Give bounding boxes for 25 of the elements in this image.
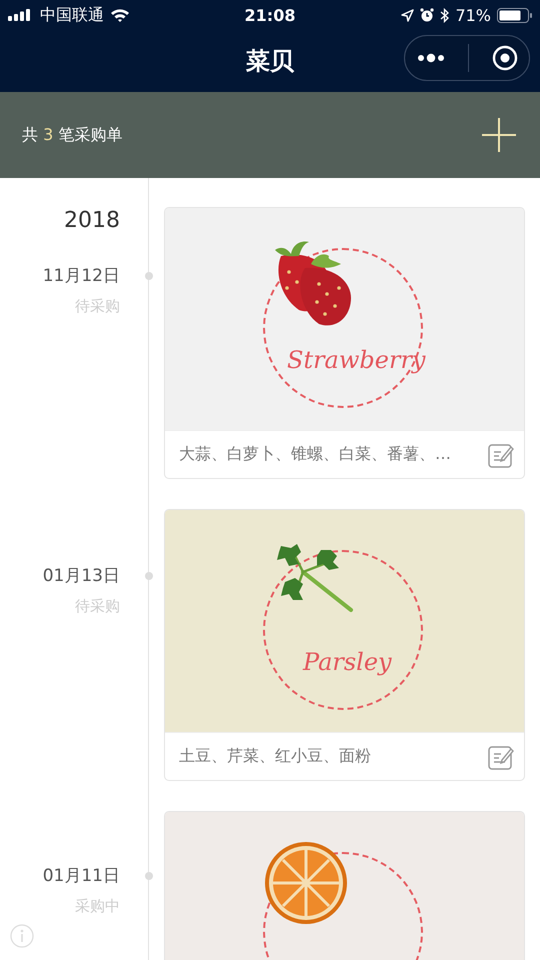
- fruit-name: Strawberry: [287, 346, 426, 374]
- battery-percent: 71%: [455, 6, 491, 24]
- fruit-name: Parsley: [303, 648, 392, 676]
- add-icon[interactable]: [482, 118, 516, 152]
- item-list: 大蒜、白萝卜、锥螺、白菜、番薯、…: [179, 444, 451, 465]
- order-count-text: 共 3 笔采购单: [22, 124, 122, 146]
- status-time: 21:08: [244, 6, 296, 24]
- item-list: 土豆、芹菜、红小豆、面粉: [179, 746, 371, 767]
- location-arrow-icon: [401, 8, 414, 22]
- more-icon[interactable]: [416, 53, 444, 63]
- bluetooth-icon: [440, 8, 450, 22]
- order-date: 01月11日: [42, 865, 120, 887]
- edit-icon[interactable]: [488, 442, 514, 468]
- battery-icon: [497, 8, 532, 22]
- order-date: 11月12日: [42, 265, 120, 287]
- page-title: 菜贝: [246, 46, 294, 77]
- wifi-icon: [110, 8, 130, 22]
- order-card[interactable]: Strawberry 大蒜、白萝卜、锥螺、白菜、番薯、…: [164, 207, 525, 479]
- alarm-clock-icon: [420, 8, 434, 22]
- year-label: 2018: [63, 207, 121, 235]
- order-card[interactable]: Parsley 土豆、芹菜、红小豆、面粉: [164, 509, 525, 781]
- close-icon[interactable]: [492, 45, 518, 71]
- edit-icon[interactable]: [488, 744, 514, 770]
- order-date: 01月13日: [42, 565, 120, 587]
- carrier-name: 中国联通: [40, 4, 104, 26]
